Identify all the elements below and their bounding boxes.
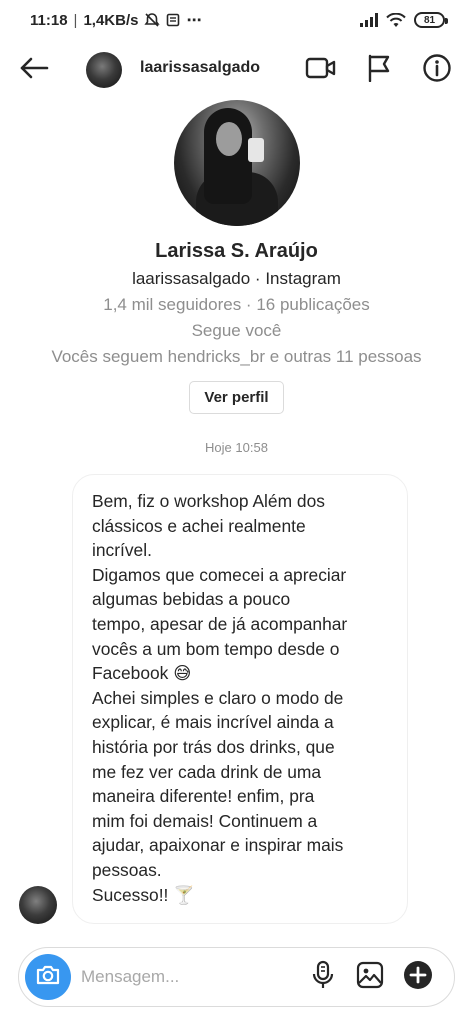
mutual-followers: Vocês seguem hendricks_br e outras 11 pe… — [51, 347, 422, 366]
wifi-icon — [386, 12, 406, 28]
microphone-icon — [312, 960, 334, 995]
status-left: 11:18 | 1,4KB/s ⋯ — [30, 11, 202, 30]
header-avatar[interactable] — [86, 52, 122, 88]
profile-summary: Larissa S. Araújo laarissasalgado · Inst… — [0, 100, 473, 414]
profile-handle: laarissasalgado · Instagram — [132, 269, 341, 288]
info-icon — [422, 53, 452, 88]
profile-picture[interactable] — [173, 100, 300, 226]
voice-message-button[interactable] — [307, 960, 339, 995]
more-options-button[interactable] — [402, 960, 434, 995]
status-separator: | — [73, 11, 78, 29]
flag-icon — [366, 54, 392, 87]
camera-button[interactable] — [25, 954, 71, 1000]
status-bar: 11:18 | 1,4KB/s ⋯ 81 — [0, 0, 473, 40]
message-bubble[interactable]: Bem, fiz o workshop Além dos clássicos e… — [72, 474, 408, 924]
profile-full-name: Larissa S. Araújo — [155, 240, 318, 262]
info-button[interactable] — [421, 53, 453, 88]
report-button[interactable] — [363, 54, 395, 86]
alarm-off-icon — [144, 12, 161, 28]
back-button[interactable] — [18, 54, 50, 86]
follows-you-label: Segue você — [191, 321, 282, 340]
network-speed: 1,4KB/s — [83, 11, 139, 29]
profile-stats: 1,4 mil seguidores · 16 publicações — [103, 295, 370, 314]
view-profile-button[interactable]: Ver perfil — [189, 381, 284, 414]
chat-header: laarissasalgado — [0, 40, 473, 100]
gallery-button[interactable] — [354, 961, 386, 993]
video-camera-icon — [305, 56, 337, 85]
battery-indicator: 81 — [414, 12, 448, 28]
more-status-icon: ⋯ — [186, 12, 202, 29]
status-icons: 81 — [360, 12, 448, 28]
arrow-left-icon — [19, 57, 49, 84]
signal-icon — [360, 13, 378, 27]
camera-icon — [35, 964, 61, 991]
header-username[interactable]: laarissasalgado — [140, 59, 260, 77]
notification-icon — [166, 13, 180, 27]
message-composer — [18, 947, 455, 1007]
message-text: Bem, fiz o workshop Além dos clássicos e… — [92, 491, 348, 905]
header-actions — [305, 53, 453, 88]
video-call-button[interactable] — [305, 54, 337, 86]
image-icon — [356, 961, 384, 994]
message-input[interactable] — [81, 962, 301, 992]
sender-avatar[interactable] — [19, 886, 57, 924]
plus-circle-icon — [403, 960, 433, 995]
message-timestamp: Hoje 10:58 — [205, 440, 268, 455]
status-time: 11:18 — [30, 11, 68, 29]
